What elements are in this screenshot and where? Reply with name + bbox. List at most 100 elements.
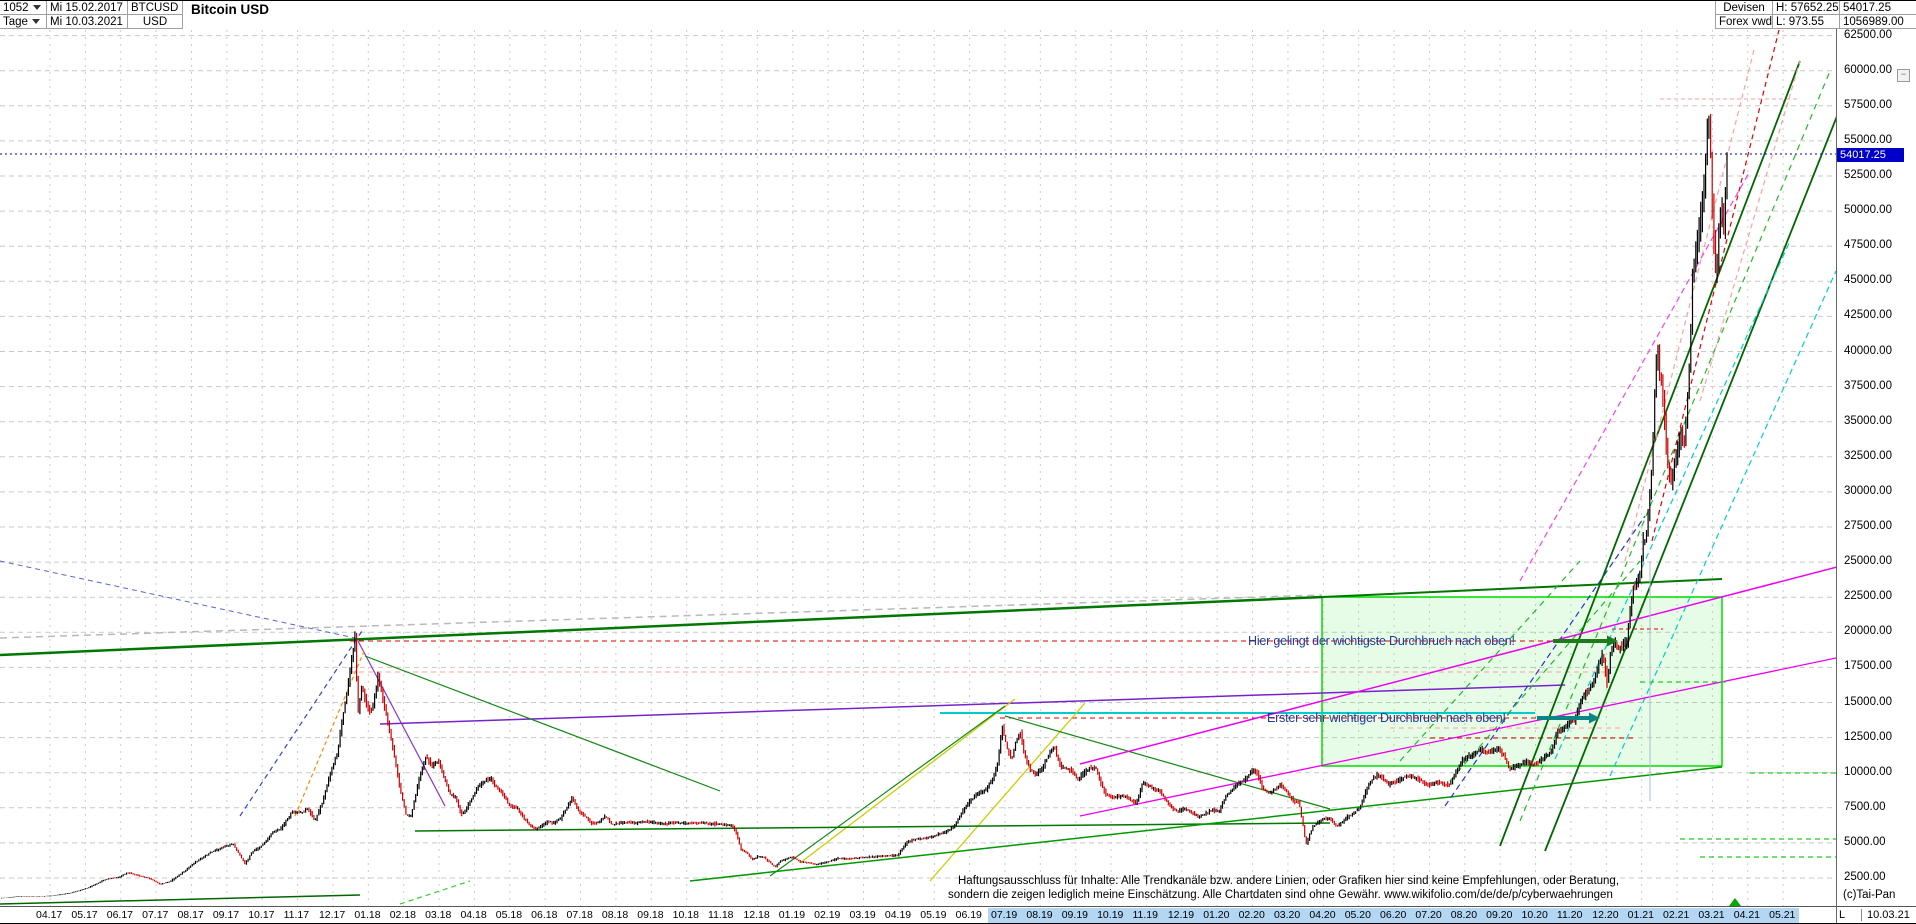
date-tick-label: 06.17: [106, 909, 134, 921]
trend-line[interactable]: [364, 655, 721, 792]
date-axis[interactable]: 04.17 05.17 06.17 07.17 08.17 09.17 10.17 11.17…: [0, 906, 1836, 924]
chart-header: 1052 Tage Mi 15.02.2017 Mi 10.03.2021 BT…: [0, 1, 1916, 29]
date-tick-label: 03.20: [1273, 909, 1301, 921]
chevron-down-icon: [31, 19, 40, 24]
date-tick-label: 12.20: [1592, 909, 1619, 921]
minus-box-icon[interactable]: −: [1897, 69, 1910, 82]
date-tick-label: 05.20: [1344, 909, 1371, 921]
trend-line[interactable]: [929, 702, 1086, 882]
trend-line[interactable]: [294, 648, 366, 817]
trend-line[interactable]: [1004, 715, 1331, 810]
date-tick-label: 04.20: [1309, 909, 1336, 921]
date-tick-label: 10.20: [1521, 909, 1548, 921]
price-tick-label: 35000.00: [1844, 414, 1892, 427]
start-date-cell: Mi 15.02.2017: [47, 1, 128, 15]
trend-line[interactable]: [1321, 578, 1723, 598]
date-tick-label: 10.17: [248, 909, 275, 921]
trend-line[interactable]: [689, 766, 1723, 882]
price-tick-label: 20000.00: [1844, 625, 1892, 638]
trend-line[interactable]: [0, 594, 1323, 639]
price-tick-label: 52500.00: [1844, 169, 1892, 181]
date-tick-label: 12.17: [318, 909, 346, 921]
end-date-cell: Mi 10.03.2021: [47, 15, 128, 29]
trend-line[interactable]: [357, 640, 446, 807]
date-tick-label: 12.19: [1167, 909, 1195, 921]
scale-mode-label[interactable]: L: [1839, 909, 1862, 921]
trend-line[interactable]: [799, 698, 1016, 864]
trend-line[interactable]: [0, 595, 1323, 657]
date-tick-label: 09.17: [212, 909, 240, 921]
date-tick-label: 10.19: [1097, 909, 1124, 921]
candles-down: [24, 114, 1725, 897]
date-tick-label: 03.21: [1698, 909, 1725, 921]
period-dropdown[interactable]: Tage: [0, 15, 47, 29]
period-value: Tage: [3, 15, 28, 28]
current-price-tag: 54017.25: [1837, 148, 1904, 162]
date-tick-label: 09.18: [637, 909, 664, 921]
period-high: H: 57652.25: [1776, 1, 1839, 14]
price-tick-label: 62500.00: [1844, 28, 1892, 41]
date-tick-label: 07.18: [566, 909, 593, 921]
price-tick-label: 47500.00: [1844, 239, 1892, 252]
date-tick-label: 01.20: [1203, 909, 1230, 921]
green-triangle-marker: [1729, 898, 1741, 906]
price-tick-label: 7500.00: [1844, 800, 1886, 813]
start-date: Mi 15.02.2017: [50, 1, 123, 14]
date-tick-label: 08.20: [1450, 909, 1478, 921]
copyright-label: (c)Tai-Pan: [1843, 889, 1896, 901]
date-tick-label: 11.19: [1132, 909, 1158, 921]
trend-line[interactable]: [399, 880, 471, 905]
price-tick-label: 17500.00: [1844, 660, 1892, 673]
date-tick-label: 11.20: [1556, 909, 1583, 921]
disclaimer-line1: Haftungsausschluss für Inhalte: Alle Tre…: [958, 875, 1620, 887]
volume: 1056989.00: [1843, 15, 1904, 28]
date-tick-label: 08.18: [601, 909, 629, 921]
date-tick-label: 05.18: [495, 909, 523, 921]
price-tick-label: 22500.00: [1844, 590, 1892, 603]
end-date: Mi 10.03.2021: [50, 15, 123, 28]
currency-cell: USD: [128, 15, 183, 29]
price-tick-label: 40000.00: [1844, 344, 1892, 357]
plot-area[interactable]: Hier gelingt der wichtigste Durchbruch n…: [0, 26, 1860, 906]
candlestick-chart-canvas[interactable]: Hier gelingt der wichtigste Durchbruch n…: [0, 1, 1916, 924]
disclaimer-line2: sondern die zeigen lediglich meine Einsc…: [948, 889, 1613, 901]
axis-corner: L 10.03.21: [1836, 906, 1916, 924]
trend-line[interactable]: [0, 894, 361, 905]
period-low: L: 973.55: [1776, 15, 1824, 28]
date-tick-label: 06.18: [531, 909, 558, 921]
trend-line[interactable]: [0, 560, 356, 639]
price-tick-label: 50000.00: [1844, 204, 1892, 217]
trend-line[interactable]: [1609, 270, 1836, 777]
market-label: Devisen: [1723, 1, 1765, 14]
date-tick-label: 12.18: [743, 909, 770, 921]
date-tick-label: 04.19: [884, 909, 912, 921]
bars-count-value: 1052: [3, 1, 29, 14]
price-tick-label: 25000.00: [1844, 555, 1892, 568]
trend-line[interactable]: [1651, 26, 1780, 542]
date-tick-label: 04.18: [460, 909, 487, 921]
price-tick-label: 32500.00: [1844, 449, 1892, 462]
date-tick-label: 03.18: [425, 909, 452, 921]
date-tick-label: 07.17: [142, 909, 169, 921]
price-tick-label: 57500.00: [1844, 98, 1892, 111]
market-cell: Devisen: [1715, 1, 1773, 15]
bars-count-dropdown[interactable]: 1052: [0, 1, 47, 15]
volume-cell: 1056989.00: [1840, 15, 1916, 29]
date-tick-label: 01.19: [778, 909, 806, 921]
date-tick-label: 06.20: [1380, 909, 1407, 921]
instrument-title: Bitcoin USD: [191, 2, 270, 17]
taipan-chart-window: 1052 Tage Mi 15.02.2017 Mi 10.03.2021 BT…: [0, 0, 1916, 924]
date-tick-label: 02.21: [1663, 909, 1690, 921]
last-price: 54017.25: [1843, 1, 1891, 14]
date-tick-label: 04.21: [1733, 909, 1761, 921]
date-tick-label: 11.17: [283, 909, 310, 921]
chevron-down-icon: [32, 5, 41, 10]
date-tick-label: 10.18: [672, 909, 699, 921]
price-tick-label: 30000.00: [1844, 484, 1892, 497]
candles-up: [1, 115, 1728, 899]
date-tick-label: 09.19: [1061, 909, 1088, 921]
price-tick-label: 60000.00: [1844, 63, 1892, 76]
date-tick-label: 02.18: [389, 909, 416, 921]
price-tick-label: 37500.00: [1844, 379, 1892, 392]
date-tick-label: 02.20: [1238, 909, 1265, 921]
